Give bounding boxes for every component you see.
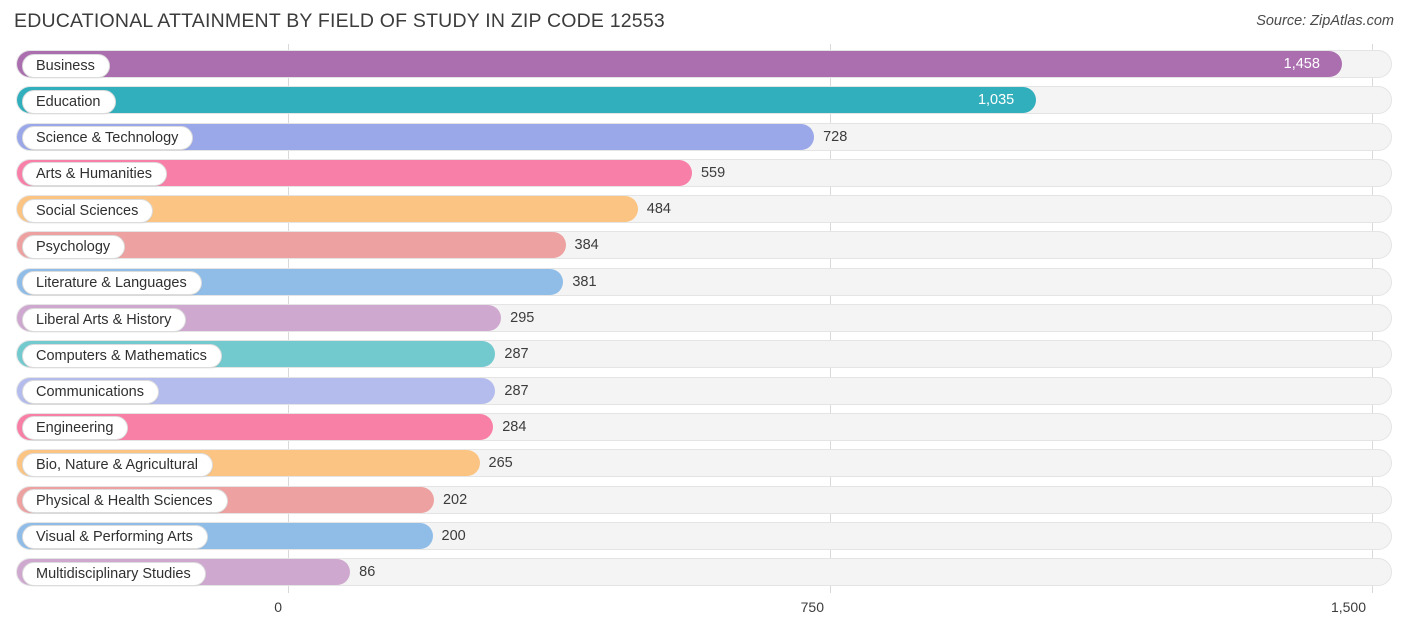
bar-row[interactable]: Education 1,035 xyxy=(0,84,1406,120)
bar-category-label: Psychology xyxy=(22,234,126,259)
bar-row[interactable]: Multidisciplinary Studies 86 xyxy=(0,556,1406,592)
bar-value-label: 200 xyxy=(441,527,466,544)
bar-category-label: Communications xyxy=(22,380,159,405)
bar-value-label: 484 xyxy=(646,201,671,218)
x-axis-tick-label: 750 xyxy=(800,599,824,615)
bar-value-label: 559 xyxy=(700,164,726,181)
bar-row[interactable]: Liberal Arts & History 295 xyxy=(0,302,1406,338)
bar-category-label: Bio, Nature & Agricultural xyxy=(22,452,213,477)
x-axis-tick-label: 1,500 xyxy=(1330,599,1366,615)
x-axis-tick-label: 0 xyxy=(274,599,282,615)
bar-category-label: Literature & Languages xyxy=(22,271,202,296)
bar-value-label: 1,458 xyxy=(1283,56,1320,72)
bar-value-label: 381 xyxy=(572,273,597,290)
bar-category-label: Liberal Arts & History xyxy=(22,307,187,332)
bar-value-label: 202 xyxy=(442,491,468,508)
bar-value-label: 86 xyxy=(359,564,376,581)
source-attribution: Source: ZipAtlas.com xyxy=(1256,13,1394,29)
chart-header: EDUCATIONAL ATTAINMENT BY FIELD OF STUDY… xyxy=(0,0,1406,44)
bar-value-label: 1,035 xyxy=(977,92,1015,109)
bar-value-label: 265 xyxy=(488,455,513,472)
bar-category-label: Business xyxy=(22,53,110,78)
bar-value-label: 295 xyxy=(510,310,535,327)
bar-category-label: Education xyxy=(22,89,116,114)
x-axis: 0 750 1,500 xyxy=(0,593,1406,631)
bar-value-label: 384 xyxy=(574,237,599,254)
bar-value-label: 284 xyxy=(502,418,527,435)
bar-rows: Business 1,458 Education 1,035 Science & Tec… xyxy=(0,48,1406,592)
bar-fill xyxy=(17,51,1342,77)
bar-fill xyxy=(17,87,1036,114)
bar-category-label: Computers & Mathematics xyxy=(22,343,222,368)
bar-row[interactable]: Communications 287 xyxy=(0,375,1406,411)
page-title: EDUCATIONAL ATTAINMENT BY FIELD OF STUDY… xyxy=(14,10,665,32)
bar-row[interactable]: Physical & Health Sciences 202 xyxy=(0,484,1406,520)
bar-row[interactable]: Science & Technology 728 xyxy=(0,121,1406,157)
bar-row[interactable]: Arts & Humanities 559 xyxy=(0,157,1406,193)
bar-value-label: 728 xyxy=(823,128,848,145)
bar-row[interactable]: Engineering 284 xyxy=(0,411,1406,447)
bar-row[interactable]: Business 1,458 xyxy=(0,48,1406,84)
bar-category-label: Arts & Humanities xyxy=(22,162,168,187)
bar-row[interactable]: Psychology 384 xyxy=(0,229,1406,265)
bar-row[interactable]: Visual & Performing Arts 200 xyxy=(0,520,1406,556)
bar-category-label: Social Sciences xyxy=(22,198,154,223)
bar-value-label: 287 xyxy=(504,382,529,399)
bar-value-label: 287 xyxy=(504,346,529,363)
bar-category-label: Visual & Performing Arts xyxy=(22,525,208,550)
bar-category-label: Engineering xyxy=(22,416,129,441)
bar[interactable] xyxy=(17,87,1036,114)
bar[interactable] xyxy=(17,51,1342,77)
bar-row[interactable]: Social Sciences 484 xyxy=(0,193,1406,229)
chart-plot-area: Business 1,458 Education 1,035 Science & Tec… xyxy=(0,44,1406,593)
bar-row[interactable]: Bio, Nature & Agricultural 265 xyxy=(0,447,1406,483)
bar-row[interactable]: Literature & Languages 381 xyxy=(0,266,1406,302)
bar-category-label: Science & Technology xyxy=(22,126,194,151)
bar-category-label: Multidisciplinary Studies xyxy=(22,561,206,586)
bar-category-label: Physical & Health Sciences xyxy=(22,489,228,514)
bar-row[interactable]: Computers & Mathematics 287 xyxy=(0,338,1406,374)
